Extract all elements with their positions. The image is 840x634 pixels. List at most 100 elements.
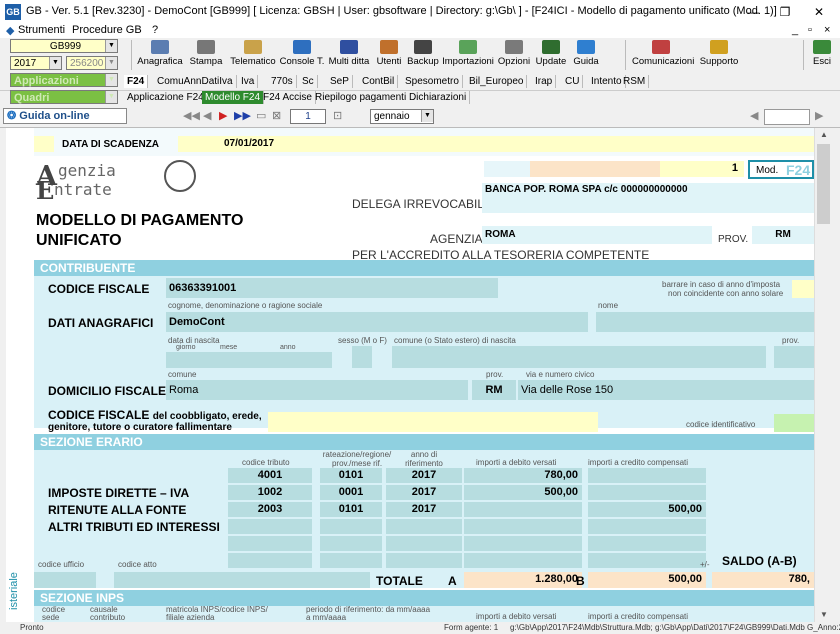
codice-ufficio-field[interactable] [34, 572, 96, 588]
telematico-button[interactable]: Telematico [228, 40, 278, 70]
first-page-icon[interactable]: ◀◀ [183, 109, 200, 122]
horizontal-scroll-thumb[interactable] [764, 109, 810, 125]
next-page-icon[interactable]: ▶ [219, 109, 227, 122]
tab-spesometro[interactable]: Spesometro [402, 75, 463, 88]
company-select[interactable]: GB999 ▼ [10, 39, 118, 53]
scroll-up-icon[interactable]: ▲ [820, 130, 828, 139]
erario-credito-cell[interactable] [588, 485, 706, 500]
sesso-field[interactable] [352, 346, 372, 368]
erario-debito-cell[interactable] [464, 502, 582, 517]
delete-page-icon[interactable]: ⊠ [272, 109, 281, 122]
restore-button[interactable]: ❐ [770, 3, 800, 21]
update-button[interactable]: Update [533, 40, 569, 70]
multi-ditta-button[interactable]: Multi ditta [326, 40, 372, 70]
quadri-select[interactable]: Quadri ▼ [10, 90, 118, 104]
page-number-field[interactable]: 1 [290, 109, 326, 124]
erario-codice-cell[interactable] [228, 536, 312, 551]
tab-sep[interactable]: SeP [327, 75, 353, 88]
erario-anno-cell[interactable]: 2017 [386, 502, 462, 517]
mdi-close-button[interactable]: × [824, 24, 830, 36]
erario-codice-cell[interactable]: 2003 [228, 502, 312, 517]
comunicazioni-button[interactable]: Comunicazioni [632, 40, 694, 70]
stampa-button[interactable]: Stampa [186, 40, 226, 70]
applicazioni-select[interactable]: Applicazioni ▼ [10, 73, 118, 87]
tab-comuanndatiiva[interactable]: ComuAnnDatiIva [154, 75, 237, 88]
erario-rateazione-cell[interactable] [320, 519, 382, 534]
prev-page-icon[interactable]: ◀ [203, 109, 211, 122]
erario-credito-cell[interactable] [588, 553, 706, 568]
erario-rateazione-cell[interactable]: 0101 [320, 468, 382, 483]
erario-codice-cell[interactable]: 1002 [228, 485, 312, 500]
guida-button[interactable]: Guida [571, 40, 601, 70]
erario-anno-cell[interactable] [386, 553, 462, 568]
erario-anno-cell[interactable] [386, 519, 462, 534]
goto-page-icon[interactable]: ⊡ [333, 109, 342, 122]
scadenza-note-field[interactable] [324, 136, 814, 152]
data-nascita-field[interactable] [166, 352, 332, 368]
prov-nascita-field[interactable] [774, 346, 814, 368]
erario-credito-cell[interactable] [588, 519, 706, 534]
year-select[interactable]: 2017 ▼ [10, 56, 62, 70]
erario-rateazione-cell[interactable] [320, 553, 382, 568]
erario-rateazione-cell[interactable] [320, 536, 382, 551]
prov-field[interactable]: RM [752, 226, 814, 244]
prov-dom-field[interactable]: RM [472, 380, 516, 400]
codice-identificativo-field[interactable] [774, 414, 814, 432]
erario-anno-cell[interactable] [386, 536, 462, 551]
erario-codice-cell[interactable] [228, 519, 312, 534]
tab-rsm[interactable]: RSM [620, 75, 650, 88]
mod-number-field[interactable]: 1 [660, 161, 744, 177]
erario-debito-cell[interactable]: 780,00 [464, 468, 582, 483]
month-select[interactable]: gennaio ▼ [370, 109, 434, 124]
scroll-down-icon[interactable]: ▼ [820, 610, 828, 619]
erario-codice-cell[interactable]: 4001 [228, 468, 312, 483]
codice-fiscale-field[interactable]: 06363391001 [166, 278, 498, 298]
erario-debito-cell[interactable]: 500,00 [464, 485, 582, 500]
subtab-f24-accise[interactable]: F24 Accise [260, 91, 316, 104]
tab-irap[interactable]: Irap [532, 75, 557, 88]
importazioni-button[interactable]: Importazioni [440, 40, 496, 70]
esci-button[interactable]: Esci [808, 40, 836, 70]
subtab-applicazione-f24[interactable]: Applicazione F24 [124, 91, 208, 104]
vertical-scrollbar[interactable]: ▲ ▼ [814, 128, 833, 622]
tab-cu[interactable]: CU [562, 75, 584, 88]
scroll-right-icon[interactable]: ▶ [815, 109, 823, 122]
mdi-restore-button[interactable]: ▫ [808, 24, 812, 36]
codice-atto-field[interactable] [114, 572, 370, 588]
tab-iva[interactable]: Iva [238, 75, 259, 88]
erario-credito-cell[interactable]: 500,00 [588, 502, 706, 517]
subtab-modello-f24[interactable]: Modello F24 [202, 91, 265, 104]
menu-strumenti[interactable]: Strumenti [18, 24, 65, 36]
minimize-button[interactable]: — [738, 3, 768, 21]
anagrafica-button[interactable]: Anagrafica [136, 40, 184, 70]
guida-online-button[interactable]: ❂ Guida on-line [3, 108, 127, 124]
close-button[interactable]: ✕ [804, 3, 834, 21]
erario-debito-cell[interactable] [464, 553, 582, 568]
erario-credito-cell[interactable] [588, 536, 706, 551]
denominazione-field[interactable]: DemoCont [166, 312, 588, 332]
tab-contbil[interactable]: ContBil [359, 75, 399, 88]
erario-rateazione-cell[interactable]: 0101 [320, 502, 382, 517]
erario-rateazione-cell[interactable]: 0001 [320, 485, 382, 500]
banca-field[interactable]: BANCA POP. ROMA SPA c/c 000000000000 [482, 183, 814, 213]
supporto-button[interactable]: Supporto [697, 40, 741, 70]
menu-procedure-gb[interactable]: Procedure GB [72, 24, 142, 36]
coobbligato-cf-field[interactable] [268, 412, 598, 432]
barrare-checkbox[interactable] [792, 280, 814, 298]
last-page-icon[interactable]: ▶▶ [234, 109, 251, 122]
menu-help[interactable]: ? [152, 24, 158, 36]
tab-sc[interactable]: Sc [299, 75, 318, 88]
data-scadenza-field[interactable]: 07/01/2017 [178, 136, 324, 152]
opzioni-button[interactable]: Opzioni [497, 40, 531, 70]
console-t-button[interactable]: Console T. [279, 40, 325, 70]
nome-field[interactable] [596, 312, 814, 332]
subtab-riepilogo-pagamenti-dichiarazioni[interactable]: Riepilogo pagamenti Dichiarazioni [312, 91, 471, 104]
utenti-button[interactable]: Utenti [373, 40, 405, 70]
erario-debito-cell[interactable] [464, 519, 582, 534]
backup-button[interactable]: Backup [406, 40, 440, 70]
erario-debito-cell[interactable] [464, 536, 582, 551]
tab-f24[interactable]: F24 [124, 75, 149, 88]
code-select[interactable]: 256200 - ▼ [66, 56, 118, 70]
scroll-left-icon[interactable]: ◀ [750, 109, 758, 122]
tab-770s[interactable]: 770s [268, 75, 297, 88]
